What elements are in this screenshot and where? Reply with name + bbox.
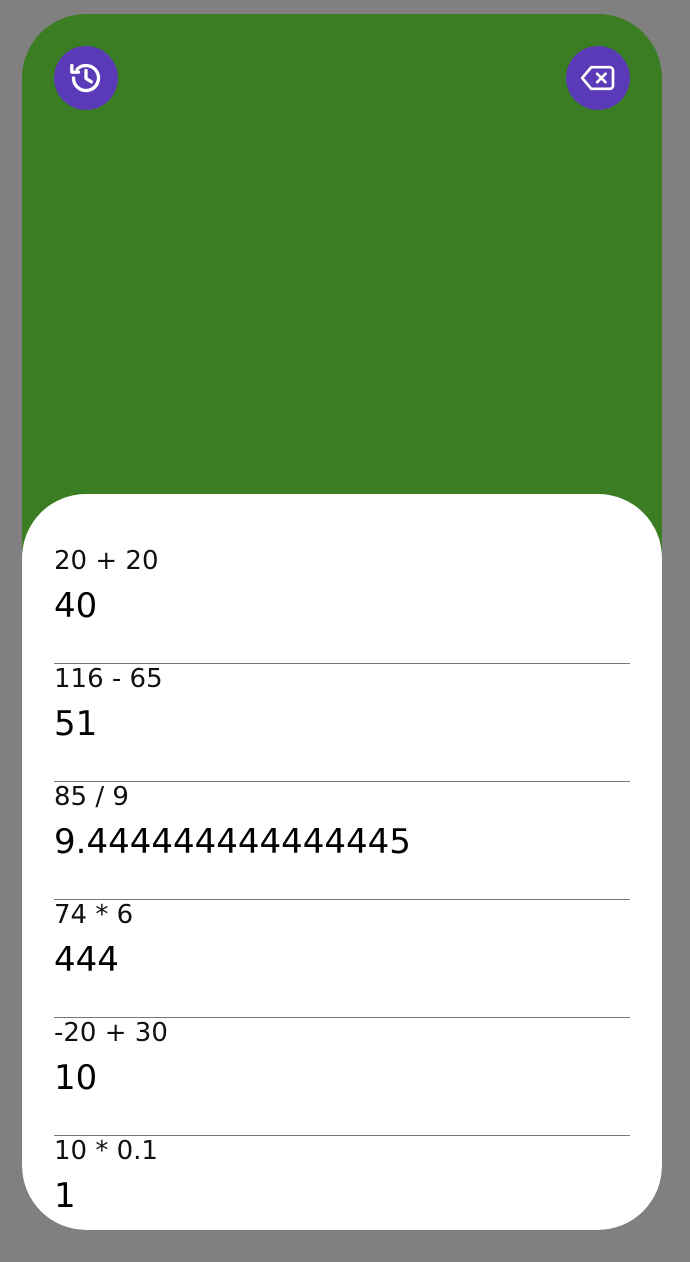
history-result: 51 <box>54 704 98 744</box>
history-list: 20 + 20 40 116 - 65 51 85 / 9 9.44444444… <box>54 546 630 1230</box>
history-entry[interactable]: 20 + 20 40 <box>54 546 630 664</box>
calculator-screen: 20 + 20 40 116 - 65 51 85 / 9 9.44444444… <box>22 14 662 1230</box>
history-entry[interactable]: 10 * 0.1 1 <box>54 1136 630 1230</box>
history-result: 9.444444444444445 <box>54 822 411 862</box>
history-result: 10 <box>54 1058 98 1098</box>
history-result: 444 <box>54 940 119 980</box>
history-icon <box>66 58 106 98</box>
history-expression: -20 + 30 <box>54 1018 168 1048</box>
backspace-icon <box>578 58 618 98</box>
history-entry[interactable]: 85 / 9 9.444444444444445 <box>54 782 630 900</box>
history-panel: 20 + 20 40 116 - 65 51 85 / 9 9.44444444… <box>22 494 662 1230</box>
history-expression: 74 * 6 <box>54 900 134 930</box>
history-entry[interactable]: 74 * 6 444 <box>54 900 630 1018</box>
history-result: 40 <box>54 586 98 626</box>
history-entry[interactable]: -20 + 30 10 <box>54 1018 630 1136</box>
history-entry[interactable]: 116 - 65 51 <box>54 664 630 782</box>
history-expression: 10 * 0.1 <box>54 1136 158 1166</box>
backspace-button[interactable] <box>566 46 630 110</box>
history-expression: 116 - 65 <box>54 664 163 694</box>
history-button[interactable] <box>54 46 118 110</box>
history-expression: 20 + 20 <box>54 546 159 576</box>
history-result: 1 <box>54 1176 76 1216</box>
history-expression: 85 / 9 <box>54 782 129 812</box>
